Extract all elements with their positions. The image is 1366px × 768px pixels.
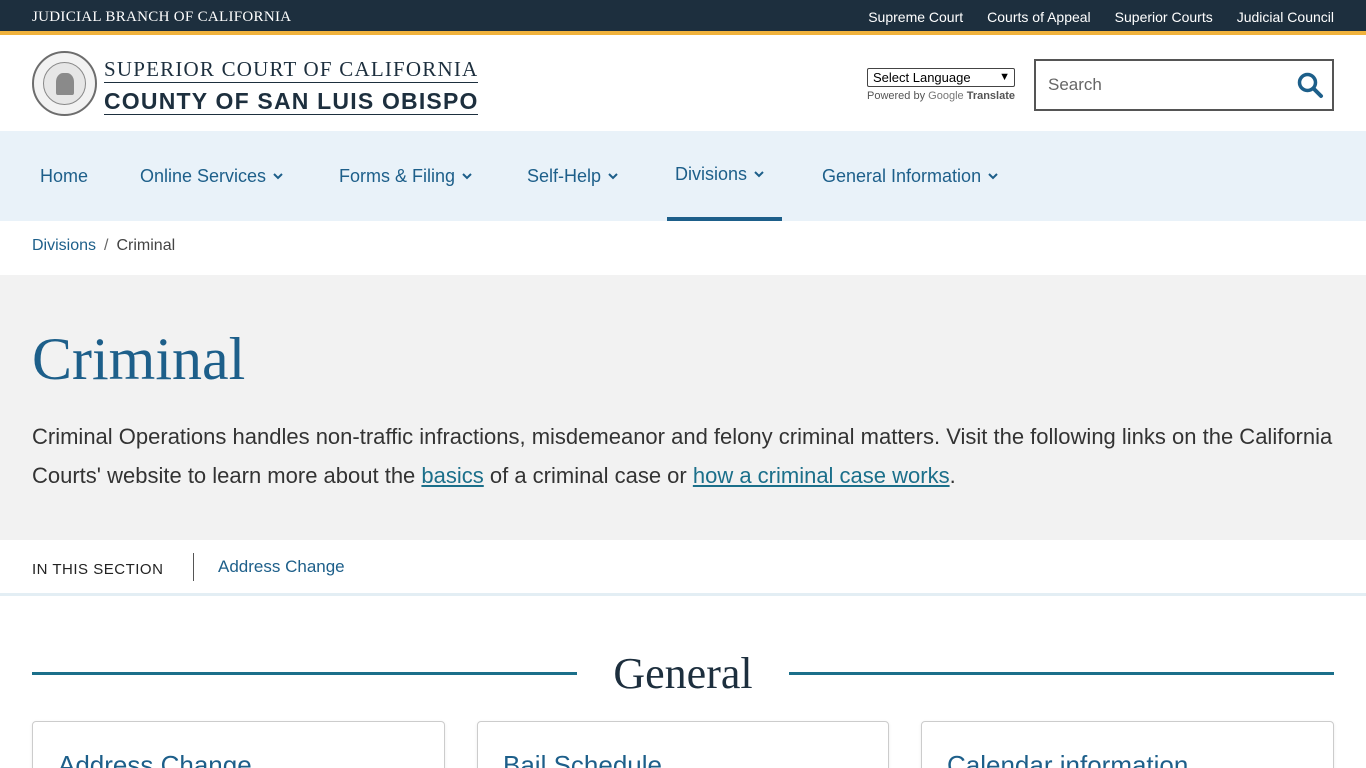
intro-text-3: .: [949, 463, 956, 488]
search-form: [1034, 59, 1334, 111]
breadcrumb-separator: /: [104, 237, 109, 254]
breadcrumb-divisions-link[interactable]: Divisions: [32, 237, 96, 255]
general-heading: General: [613, 649, 753, 698]
nav-label-forms-filing: Forms & Filing: [339, 165, 456, 186]
in-this-section-label: IN THIS SECTION: [32, 561, 164, 578]
court-name-line1[interactable]: SUPERIOR COURT OF CALIFORNIA: [104, 57, 478, 82]
google-logo-text: Google: [928, 90, 964, 102]
top-utility-bar: JUDICIAL BRANCH OF CALIFORNIA Supreme Co…: [0, 0, 1366, 35]
general-section-heading: General: [32, 648, 1334, 698]
page-hero: Criminal Criminal Operations handles non…: [0, 275, 1366, 540]
card-address-change: Address Change: [32, 721, 445, 768]
court-name-line2[interactable]: COUNTY OF SAN LUIS OBISPO: [104, 88, 479, 115]
nav-label-home: Home: [40, 165, 89, 186]
nav-label-general-information: General Information: [822, 165, 982, 186]
court-seal-logo[interactable]: [32, 51, 97, 116]
nav-item-general-information[interactable]: General Information: [822, 131, 999, 221]
top-link-superior-courts[interactable]: Superior Courts: [1115, 9, 1213, 25]
chevron-down-icon: [754, 171, 764, 178]
translate-link[interactable]: Translate: [967, 90, 1015, 102]
language-select-value: Select Language: [873, 70, 971, 85]
section-link-address-change[interactable]: Address Change: [218, 557, 345, 577]
page-intro: Criminal Operations handles non-traffic …: [32, 417, 1342, 495]
how-case-works-link[interactable]: how a criminal case works: [693, 463, 950, 488]
nav-label-self-help: Self-Help: [527, 165, 602, 186]
nav-item-self-help[interactable]: Self-Help: [527, 131, 619, 221]
powered-by-text: Powered by: [867, 90, 926, 102]
breadcrumb-current: Criminal: [116, 237, 176, 254]
chevron-down-icon: [988, 173, 998, 180]
chevron-down-icon: ▼: [999, 71, 1010, 83]
seal-inner-icon: [43, 62, 86, 105]
top-link-courts-of-appeal[interactable]: Courts of Appeal: [987, 9, 1091, 25]
chevron-down-icon: [462, 173, 472, 180]
basics-link[interactable]: basics: [421, 463, 483, 488]
nav-item-online-services[interactable]: Online Services: [140, 131, 284, 221]
card-calendar-information: Calendar information: [921, 721, 1334, 768]
main-nav: Home Online Services Forms & Filing Self…: [0, 131, 1366, 221]
card-link-bail-schedule[interactable]: Bail Schedule: [503, 750, 662, 768]
in-this-section-bar: IN THIS SECTION Address Change: [0, 540, 1366, 596]
intro-text-2: of a criminal case or: [483, 463, 693, 488]
judicial-branch-label[interactable]: JUDICIAL BRANCH OF CALIFORNIA: [32, 9, 291, 26]
top-link-judicial-council[interactable]: Judicial Council: [1237, 9, 1334, 25]
site-header: SUPERIOR COURT OF CALIFORNIA COUNTY OF S…: [0, 39, 1366, 131]
top-link-supreme-court[interactable]: Supreme Court: [868, 9, 963, 25]
nav-label-divisions: Divisions: [675, 163, 748, 184]
nav-item-divisions[interactable]: Divisions: [667, 131, 782, 221]
nav-item-forms-filing[interactable]: Forms & Filing: [339, 131, 473, 221]
language-select[interactable]: Select Language ▼: [867, 68, 1015, 87]
card-bail-schedule: Bail Schedule: [477, 721, 889, 768]
card-link-address-change[interactable]: Address Change: [58, 750, 252, 768]
court-name-divider: [104, 82, 478, 83]
search-button[interactable]: [1296, 71, 1324, 99]
chevron-down-icon: [273, 173, 283, 180]
section-divider: [193, 553, 194, 581]
card-link-calendar-information[interactable]: Calendar information: [947, 750, 1188, 768]
breadcrumb: Divisions / Criminal: [32, 237, 175, 255]
nav-label-online-services: Online Services: [140, 165, 267, 186]
search-icon: [1297, 72, 1323, 98]
chevron-down-icon: [608, 173, 618, 180]
page-title: Criminal: [32, 326, 246, 392]
google-translate-attribution: Powered by Google Translate: [867, 90, 1015, 102]
top-links: Supreme Court Courts of Appeal Superior …: [868, 9, 1334, 25]
nav-item-home[interactable]: Home: [40, 131, 88, 221]
court-name-underline: [104, 114, 478, 115]
search-input[interactable]: [1036, 61, 1286, 109]
